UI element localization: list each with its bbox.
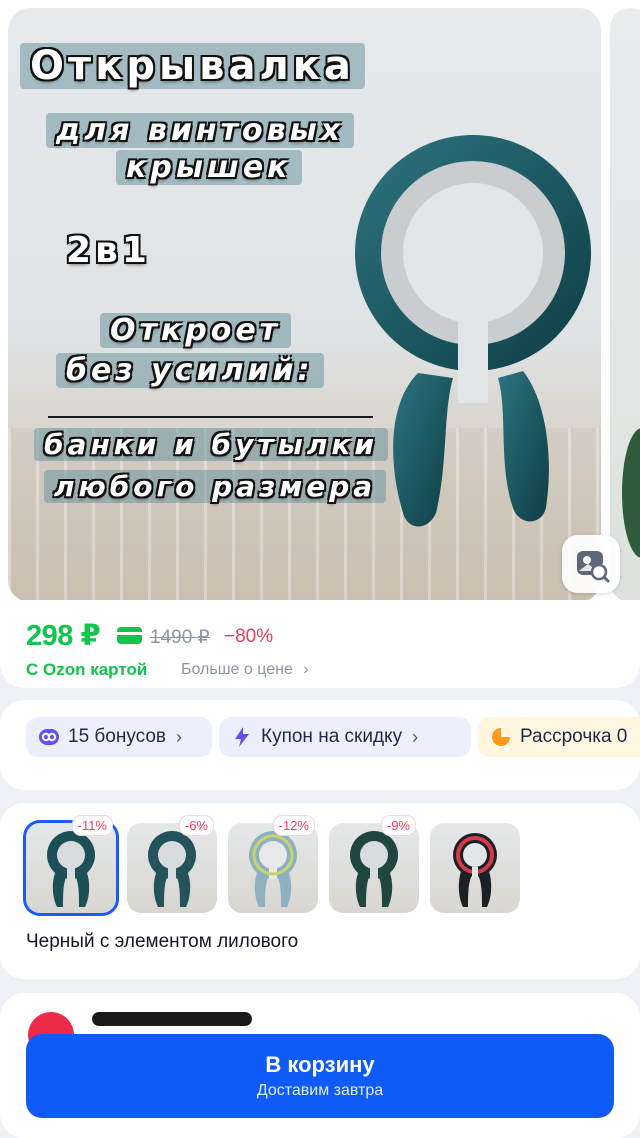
- image-search-icon[interactable]: [562, 535, 620, 593]
- image-line-2: для винтовых: [46, 113, 355, 148]
- variant-thumb[interactable]: -9%: [329, 816, 419, 913]
- discount-percent: −80%: [224, 626, 274, 647]
- variant-discount-badge: -12%: [273, 816, 314, 835]
- installment-label: Рассрочка 0: [520, 726, 628, 747]
- delivery-label: Доставим завтра: [256, 1082, 384, 1099]
- image-divider: [48, 416, 373, 418]
- bonus-chip[interactable]: 15 бонусов ›: [26, 717, 212, 757]
- chevron-right-icon: ›: [303, 661, 309, 678]
- image-badge-2in1: 2в1: [66, 230, 151, 271]
- variant-discount-badge: -6%: [179, 816, 213, 835]
- current-price: 298 ₽: [26, 620, 101, 652]
- image-line-8: любого размера: [44, 470, 387, 503]
- seller-name-obscured: [92, 1012, 252, 1026]
- product-gallery[interactable]: Открывалка для винтовых крышек 2в1 Откро…: [0, 0, 640, 615]
- image-line-7: банки и бутылки: [34, 428, 389, 461]
- next-image-preview[interactable]: [610, 8, 640, 602]
- chevron-right-icon: ›: [176, 726, 183, 747]
- installment-chip[interactable]: Рассрочка 0: [478, 717, 640, 757]
- bonus-label: 15 бонусов: [68, 726, 167, 747]
- variant-thumb[interactable]: -12%: [228, 816, 318, 913]
- coupon-chip[interactable]: Купон на скидку ›: [219, 717, 471, 757]
- image-title: Открывалка: [20, 43, 365, 89]
- ozon-card-label: С Ozon картой: [26, 660, 148, 679]
- bonus-icon: [38, 726, 60, 748]
- variant-thumb[interactable]: [430, 823, 520, 913]
- coupon-label: Купон на скидку: [261, 726, 403, 747]
- variant-discount-badge: -11%: [72, 816, 112, 835]
- selected-variant-name: Черный с элементом лилового: [26, 931, 299, 952]
- more-about-price-label: Больше о цене: [181, 661, 293, 678]
- leaf-shape: [622, 428, 640, 558]
- card-icon: [117, 627, 142, 644]
- product-image[interactable]: Открывалка для винтовых крышек 2в1 Откро…: [8, 8, 601, 602]
- variant-thumb[interactable]: -11%: [23, 816, 119, 916]
- pie-icon: [490, 726, 512, 748]
- lightning-icon: [231, 726, 253, 748]
- add-to-cart-label: В корзину: [265, 1052, 375, 1077]
- variant-thumb[interactable]: -6%: [127, 816, 217, 913]
- more-about-price-link[interactable]: Больше о цене ›: [181, 661, 309, 679]
- variant-discount-badge: -9%: [381, 816, 415, 835]
- old-price: 1490 ₽: [150, 627, 210, 648]
- chevron-right-icon: ›: [412, 726, 419, 747]
- promo-chips: 15 бонусов › Купон на скидку › Рассрочка…: [0, 700, 640, 790]
- image-line-3: крышек: [116, 150, 302, 185]
- add-to-cart-button[interactable]: В корзину Доставим завтра: [26, 1034, 614, 1118]
- image-line-6: без усилий:: [56, 353, 324, 388]
- image-line-5: Откроет: [100, 313, 292, 348]
